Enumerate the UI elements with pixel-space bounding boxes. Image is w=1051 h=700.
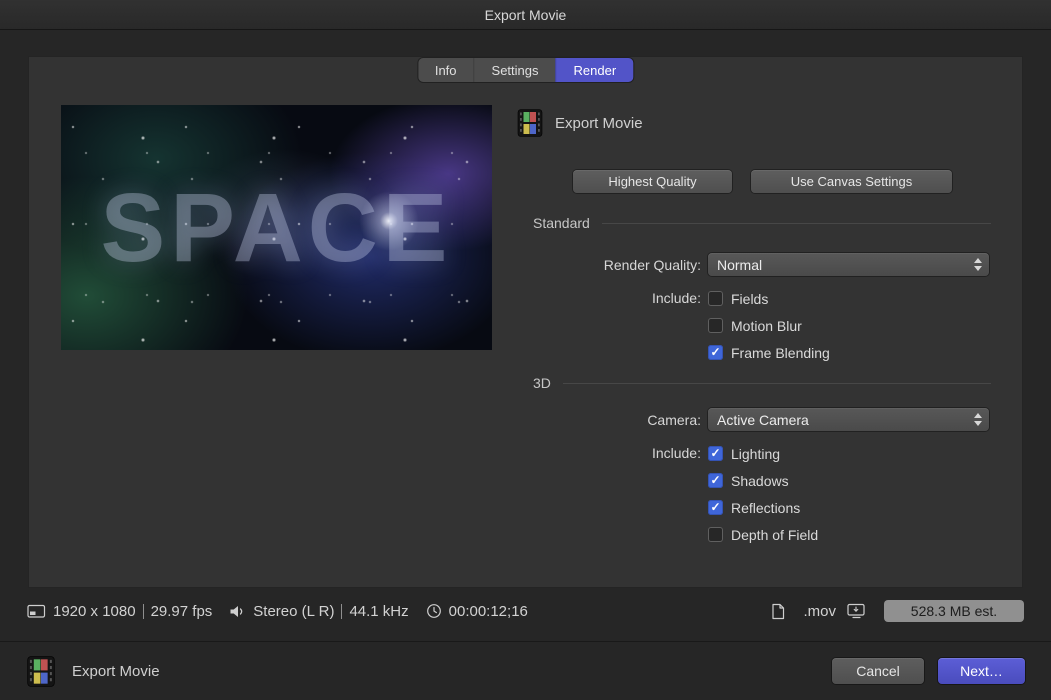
checkbox-depth-of-field[interactable]: ✓ Depth of Field xyxy=(708,527,818,542)
checkbox-label: Depth of Field xyxy=(731,527,818,543)
render-quality-select[interactable]: Normal xyxy=(708,253,989,276)
audio-channels-value: Stereo (L R) xyxy=(253,603,334,620)
panel-title: Export Movie xyxy=(555,115,643,132)
resolution-cluster: 1920 x 1080 29.97 fps xyxy=(27,603,212,620)
checkbox-icon[interactable]: ✓ xyxy=(708,345,723,360)
window-title: Export Movie xyxy=(485,7,567,23)
speaker-icon xyxy=(229,604,246,619)
checkbox-label: Frame Blending xyxy=(731,345,830,361)
cancel-button[interactable]: Cancel xyxy=(832,658,924,684)
checkbox-shadows[interactable]: ✓ Shadows xyxy=(708,473,818,488)
standard-include-list: ✓ Fields ✓ Motion Blur ✓ Frame Blending xyxy=(708,291,830,372)
render-settings-column: Export Movie Highest Quality Use Canvas … xyxy=(517,97,991,583)
duration-value: 00:00:12;16 xyxy=(449,603,528,620)
checkbox-label: Shadows xyxy=(731,473,789,489)
filmstrip-icon xyxy=(26,656,56,687)
checkbox-fields[interactable]: ✓ Fields xyxy=(708,291,830,306)
checkbox-label: Reflections xyxy=(731,500,800,516)
camera-label: Camera: xyxy=(517,412,708,428)
footer-title: Export Movie xyxy=(72,663,160,680)
section-3d-title: 3D xyxy=(533,375,551,391)
3d-include-label: Include: xyxy=(517,446,708,461)
camera-select[interactable]: Active Camera xyxy=(708,408,989,431)
divider xyxy=(341,604,342,619)
preview-image: SPACE xyxy=(61,105,492,350)
sample-rate-value: 44.1 kHz xyxy=(349,603,408,620)
filmstrip-icon xyxy=(517,109,543,137)
checkbox-label: Fields xyxy=(731,291,768,307)
tab-render[interactable]: Render xyxy=(556,58,634,82)
standard-include-group: Include: ✓ Fields ✓ Motion Blur ✓ Frame … xyxy=(517,291,830,372)
checkbox-label: Lighting xyxy=(731,446,780,462)
checkbox-icon[interactable]: ✓ xyxy=(708,500,723,515)
checkbox-icon[interactable]: ✓ xyxy=(708,473,723,488)
checkbox-icon[interactable]: ✓ xyxy=(708,291,723,306)
checkbox-icon[interactable]: ✓ xyxy=(708,318,723,333)
3d-include-group: Include: ✓ Lighting ✓ Shadows ✓ Reflecti… xyxy=(517,446,818,554)
camera-row: Camera: Active Camera xyxy=(517,408,989,431)
resolution-value: 1920 x 1080 xyxy=(53,603,136,620)
stepper-chevrons-icon xyxy=(974,258,982,271)
document-icon xyxy=(771,603,785,620)
file-extension-value: .mov xyxy=(803,603,836,620)
window-titlebar: Export Movie xyxy=(0,0,1051,30)
tab-info[interactable]: Info xyxy=(418,58,474,82)
section-3d: 3D xyxy=(533,375,991,391)
frame-size-icon xyxy=(27,604,46,619)
use-canvas-settings-button[interactable]: Use Canvas Settings xyxy=(751,170,952,193)
frame-rate-value: 29.97 fps xyxy=(151,603,213,620)
checkbox-icon[interactable]: ✓ xyxy=(708,446,723,461)
size-estimate-badge: 528.3 MB est. xyxy=(884,600,1024,622)
preview-title: SPACE xyxy=(61,105,492,350)
next-button[interactable]: Next… xyxy=(938,658,1025,684)
export-tabs: Info Settings Render xyxy=(418,58,633,82)
standard-include-label: Include: xyxy=(517,291,708,306)
checkbox-label: Motion Blur xyxy=(731,318,802,334)
preset-buttons: Highest Quality Use Canvas Settings xyxy=(573,170,952,193)
footer-buttons: Cancel Next… xyxy=(832,658,1025,684)
section-standard-title: Standard xyxy=(533,215,590,231)
duration-cluster: 00:00:12;16 xyxy=(426,603,528,620)
highest-quality-button[interactable]: Highest Quality xyxy=(573,170,732,193)
status-bar: 1920 x 1080 29.97 fps Stereo (L R) 44.1 … xyxy=(0,597,1051,625)
export-panel: SPACE Export Movie Highest Quality xyxy=(28,56,1023,588)
panel-header: Export Movie xyxy=(517,109,643,137)
checkbox-frame-blending[interactable]: ✓ Frame Blending xyxy=(708,345,830,360)
audio-cluster: Stereo (L R) 44.1 kHz xyxy=(229,603,408,620)
checkbox-icon[interactable]: ✓ xyxy=(708,527,723,542)
checkbox-lighting[interactable]: ✓ Lighting xyxy=(708,446,818,461)
divider xyxy=(143,604,144,619)
camera-value: Active Camera xyxy=(717,412,809,428)
render-quality-label: Render Quality: xyxy=(517,257,708,273)
checkbox-motion-blur[interactable]: ✓ Motion Blur xyxy=(708,318,830,333)
stepper-chevrons-icon xyxy=(974,413,982,426)
duration-clock-icon xyxy=(426,603,442,619)
status-right-group: .mov 528.3 MB est. xyxy=(771,600,1024,622)
render-quality-value: Normal xyxy=(717,257,762,273)
destination-monitor-icon xyxy=(847,603,866,619)
section-standard: Standard xyxy=(533,215,991,231)
3d-include-list: ✓ Lighting ✓ Shadows ✓ Reflections ✓ Dep… xyxy=(708,446,818,554)
render-quality-row: Render Quality: Normal xyxy=(517,253,989,276)
footer-bar: Export Movie Cancel Next… xyxy=(0,641,1051,700)
tab-settings[interactable]: Settings xyxy=(474,58,556,82)
checkbox-reflections[interactable]: ✓ Reflections xyxy=(708,500,818,515)
